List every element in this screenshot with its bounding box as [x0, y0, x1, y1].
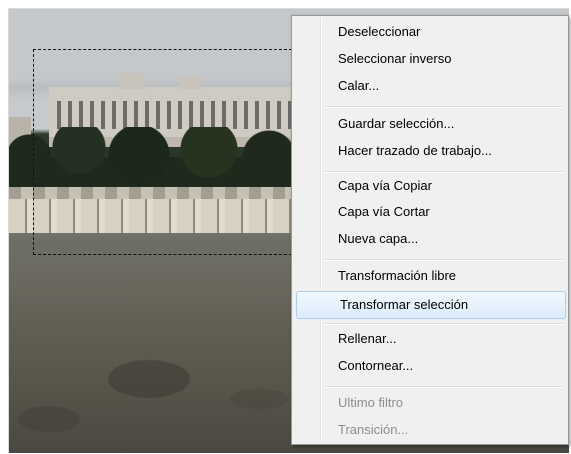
- menu-separator: [325, 259, 565, 261]
- menu-separator: [325, 323, 565, 325]
- menu-item-feather[interactable]: Calar...: [295, 74, 565, 98]
- menu-item-deselect[interactable]: Deseleccionar: [295, 20, 565, 44]
- menu-item-fill[interactable]: Rellenar...: [295, 327, 565, 351]
- menu-item-make-work-path[interactable]: Hacer trazado de trabajo...: [295, 139, 565, 163]
- menu-item-free-transform[interactable]: Transformación libre: [295, 264, 565, 288]
- marquee-selection[interactable]: [33, 49, 292, 255]
- menu-item-new-layer[interactable]: Nueva capa...: [295, 227, 565, 251]
- menu-separator: [325, 386, 565, 388]
- context-menu: Deseleccionar Seleccionar inverso Calar.…: [291, 15, 569, 445]
- menu-item-save-selection[interactable]: Guardar selección...: [295, 112, 565, 136]
- photo-sand: [9, 309, 309, 453]
- menu-item-select-inverse[interactable]: Seleccionar inverso: [295, 47, 565, 71]
- menu-item-fade: Transición...: [338, 422, 409, 437]
- menu-item-transform-selection[interactable]: Transformar selección: [296, 291, 566, 319]
- menu-item-layer-via-cut[interactable]: Capa vía Cortar: [295, 200, 565, 224]
- menu-item-layer-via-copy[interactable]: Capa vía Copiar: [295, 174, 565, 198]
- menu-separator: [325, 171, 565, 173]
- menu-item-last-filter: Ultimo filtro: [338, 395, 404, 410]
- menu-item-stroke[interactable]: Contornear...: [295, 354, 565, 378]
- menu-separator: [325, 106, 565, 108]
